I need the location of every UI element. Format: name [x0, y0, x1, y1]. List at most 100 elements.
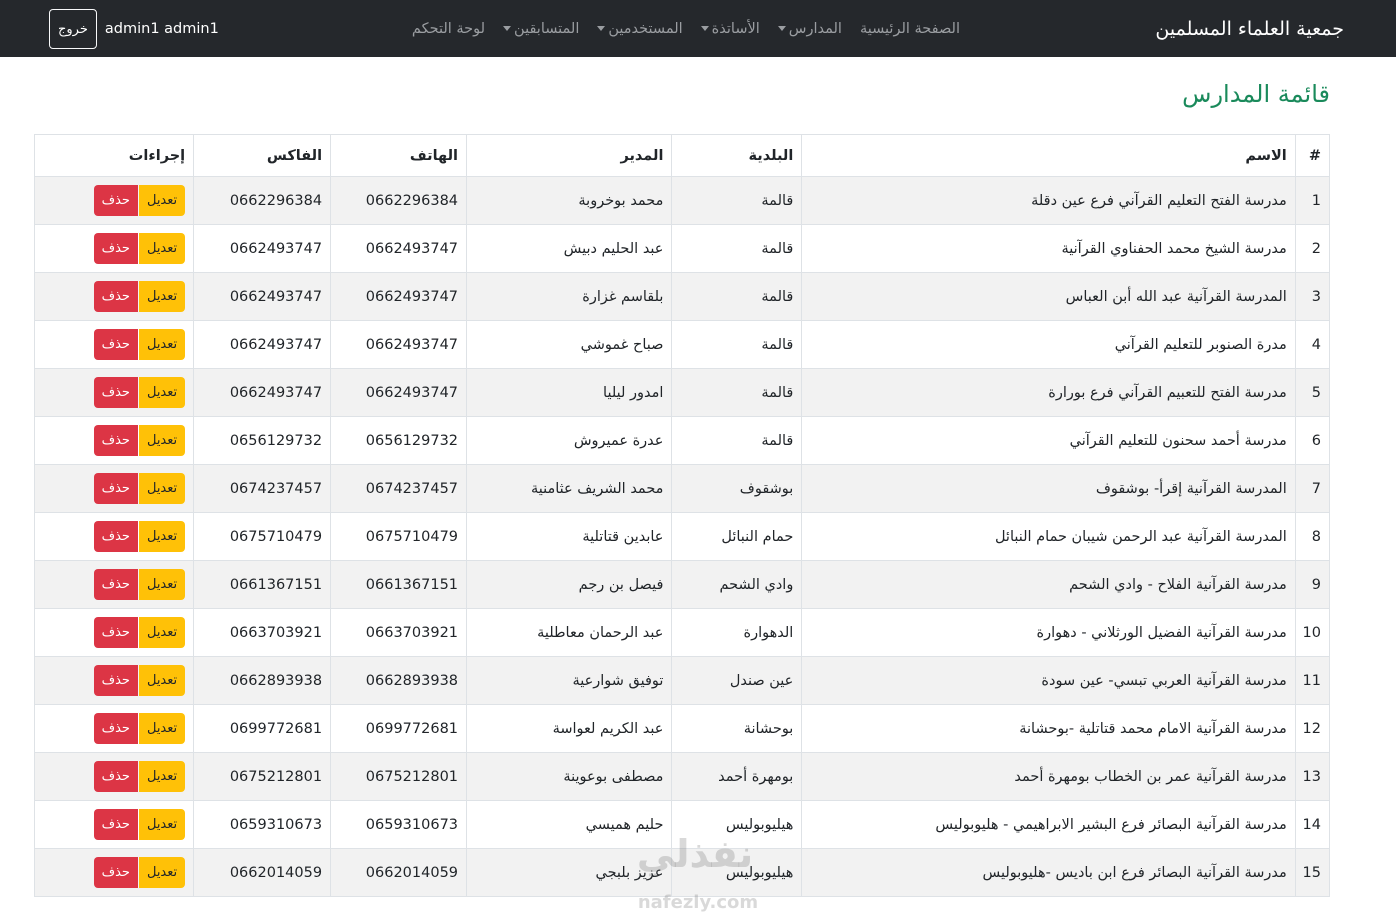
cell-name: المدرسة القرآنية عبد الرحمن شيبان حمام ا…: [801, 512, 1296, 561]
delete-button[interactable]: حذف: [93, 761, 138, 792]
cell-num: 7: [1294, 464, 1331, 513]
cell-name: مدرسة القرآنية الامام محمد قتاتلية -بوحش…: [801, 704, 1296, 753]
cell-num: 9: [1294, 560, 1331, 609]
row-actions: تعديل حذف: [43, 569, 186, 600]
cell-phone: 0674237457: [330, 464, 468, 513]
edit-button[interactable]: تعديل: [138, 857, 186, 888]
cell-director: حليم هميسي: [466, 800, 673, 849]
caret-down-icon: [597, 26, 606, 31]
table-row: 3 المدرسة القرآنية عبد الله أبن العباس قال…: [33, 272, 1331, 321]
edit-button[interactable]: تعديل: [138, 713, 186, 744]
delete-button[interactable]: حذف: [93, 425, 138, 456]
cell-name: مدرة الصنوبر للتعليم القرآني: [801, 320, 1296, 369]
cell-actions: تعديل حذف: [33, 368, 195, 417]
edit-button[interactable]: تعديل: [138, 617, 186, 648]
logout-button[interactable]: خروج: [49, 9, 97, 49]
cell-director: بلقاسم غزارة: [466, 272, 673, 321]
nav-link-1[interactable]: المدارس: [777, 21, 842, 37]
delete-button[interactable]: حذف: [93, 329, 138, 360]
cell-actions: تعديل حذف: [33, 464, 195, 513]
nav-link-label: الأساتذة: [711, 20, 760, 37]
table-row: 10 مدرسة القرآنية الفضيل الورثلاني - دهوا…: [33, 608, 1331, 657]
cell-name: مدرسة القرآنية الفضيل الورثلاني - دهوارة: [801, 608, 1296, 657]
cell-name: المدرسة القرآنية إقرأ- بوشقوف: [801, 464, 1296, 513]
edit-button[interactable]: تعديل: [138, 761, 186, 792]
delete-button[interactable]: حذف: [93, 377, 138, 408]
edit-button[interactable]: تعديل: [138, 569, 186, 600]
cell-municipality: الدهوارة: [671, 608, 803, 657]
delete-button[interactable]: حذف: [93, 569, 138, 600]
cell-fax: 0661367151: [193, 560, 332, 609]
edit-button[interactable]: تعديل: [138, 809, 186, 840]
cell-municipality: عين صندل: [671, 656, 803, 705]
cell-name: مدرسة القرآنية العربي تبسي- عين سودة: [801, 656, 1296, 705]
nav-link-3[interactable]: المستخدمين: [597, 21, 683, 37]
cell-name: المدرسة القرآنية عبد الله أبن العباس: [801, 272, 1296, 321]
cell-phone: 0675212801: [330, 752, 468, 801]
edit-button[interactable]: تعديل: [138, 425, 186, 456]
cell-actions: تعديل حذف: [33, 560, 195, 609]
cell-municipality: وادي الشحم: [671, 560, 803, 609]
cell-fax: 0662493747: [193, 320, 332, 369]
cell-fax: 0662493747: [193, 272, 332, 321]
cell-name: مدرسة الشيخ محمد الحفناوي القرآنية: [801, 224, 1296, 273]
delete-button[interactable]: حذف: [93, 185, 138, 216]
table-row: 1 مدرسة الفتح التعليم القرآني فرع عين دقل…: [33, 176, 1331, 225]
cell-phone: 0662296384: [330, 176, 468, 225]
cell-fax: 0662493747: [193, 224, 332, 273]
row-actions: تعديل حذف: [43, 857, 186, 888]
cell-municipality: قالمة: [671, 272, 803, 321]
cell-actions: تعديل حذف: [33, 848, 195, 897]
cell-director: مصطفى بوعوينة: [466, 752, 673, 801]
cell-municipality: هيليوبوليس: [671, 800, 803, 849]
delete-button[interactable]: حذف: [93, 521, 138, 552]
edit-button[interactable]: تعديل: [138, 329, 186, 360]
cell-name: مدرسة القرآنية عمر بن الخطاب بومهرة أحمد: [801, 752, 1296, 801]
nav-link-2[interactable]: الأساتذة: [700, 20, 760, 37]
cell-director: محمد الشريف عثامنية: [466, 464, 673, 513]
nav-link-4[interactable]: المتسابقين: [503, 21, 579, 37]
delete-button[interactable]: حذف: [93, 809, 138, 840]
delete-button[interactable]: حذف: [93, 713, 138, 744]
cell-actions: تعديل حذف: [33, 512, 195, 561]
delete-button[interactable]: حذف: [93, 665, 138, 696]
delete-button[interactable]: حذف: [93, 281, 138, 312]
cell-director: عزيز بلبجي: [466, 848, 673, 897]
caret-down-icon: [503, 26, 512, 31]
edit-button[interactable]: تعديل: [138, 281, 186, 312]
header-fax: الفاكس: [193, 134, 332, 177]
cell-actions: تعديل حذف: [33, 608, 195, 657]
nav-link-0[interactable]: الصفحة الرئيسية: [860, 21, 960, 37]
cell-director: عبد الكريم لعواسة: [466, 704, 673, 753]
edit-button[interactable]: تعديل: [138, 185, 186, 216]
edit-button[interactable]: تعديل: [138, 377, 186, 408]
edit-button[interactable]: تعديل: [138, 233, 186, 264]
cell-num: 5: [1294, 368, 1331, 417]
cell-phone: 0699772681: [330, 704, 468, 753]
cell-phone: 0662493747: [330, 224, 468, 273]
cell-name: مدرسة القرآنية البصائر فرع البشير الابرا…: [801, 800, 1296, 849]
delete-button[interactable]: حذف: [93, 857, 138, 888]
edit-button[interactable]: تعديل: [138, 473, 186, 504]
cell-fax: 0675212801: [193, 752, 332, 801]
edit-button[interactable]: تعديل: [138, 665, 186, 696]
header-municipality: البلدية: [671, 134, 803, 177]
cell-fax: 0656129732: [193, 416, 332, 465]
delete-button[interactable]: حذف: [93, 617, 138, 648]
row-actions: تعديل حذف: [43, 329, 186, 360]
delete-button[interactable]: حذف: [93, 233, 138, 264]
cell-actions: تعديل حذف: [33, 272, 195, 321]
brand-title[interactable]: جمعية العلماء المسلمين: [1155, 0, 1344, 57]
nav-link-5[interactable]: لوحة التحكم: [412, 21, 485, 37]
row-actions: تعديل حذف: [43, 521, 186, 552]
cell-phone: 0663703921: [330, 608, 468, 657]
caret-down-icon: [777, 26, 786, 31]
edit-button[interactable]: تعديل: [138, 521, 186, 552]
delete-button[interactable]: حذف: [93, 473, 138, 504]
table-row: 11 مدرسة القرآنية العربي تبسي- عين سودة عي…: [33, 656, 1331, 705]
table-row: 6 مدرسة أحمد سحنون للتعليم القرآني قالمة عد…: [33, 416, 1331, 465]
nav-link-label: الصفحة الرئيسية: [859, 20, 960, 37]
table-row: 13 مدرسة القرآنية عمر بن الخطاب بومهرة أح…: [33, 752, 1331, 801]
cell-director: عبد الرحمان معاطلية: [466, 608, 673, 657]
cell-fax: 0662014059: [193, 848, 332, 897]
